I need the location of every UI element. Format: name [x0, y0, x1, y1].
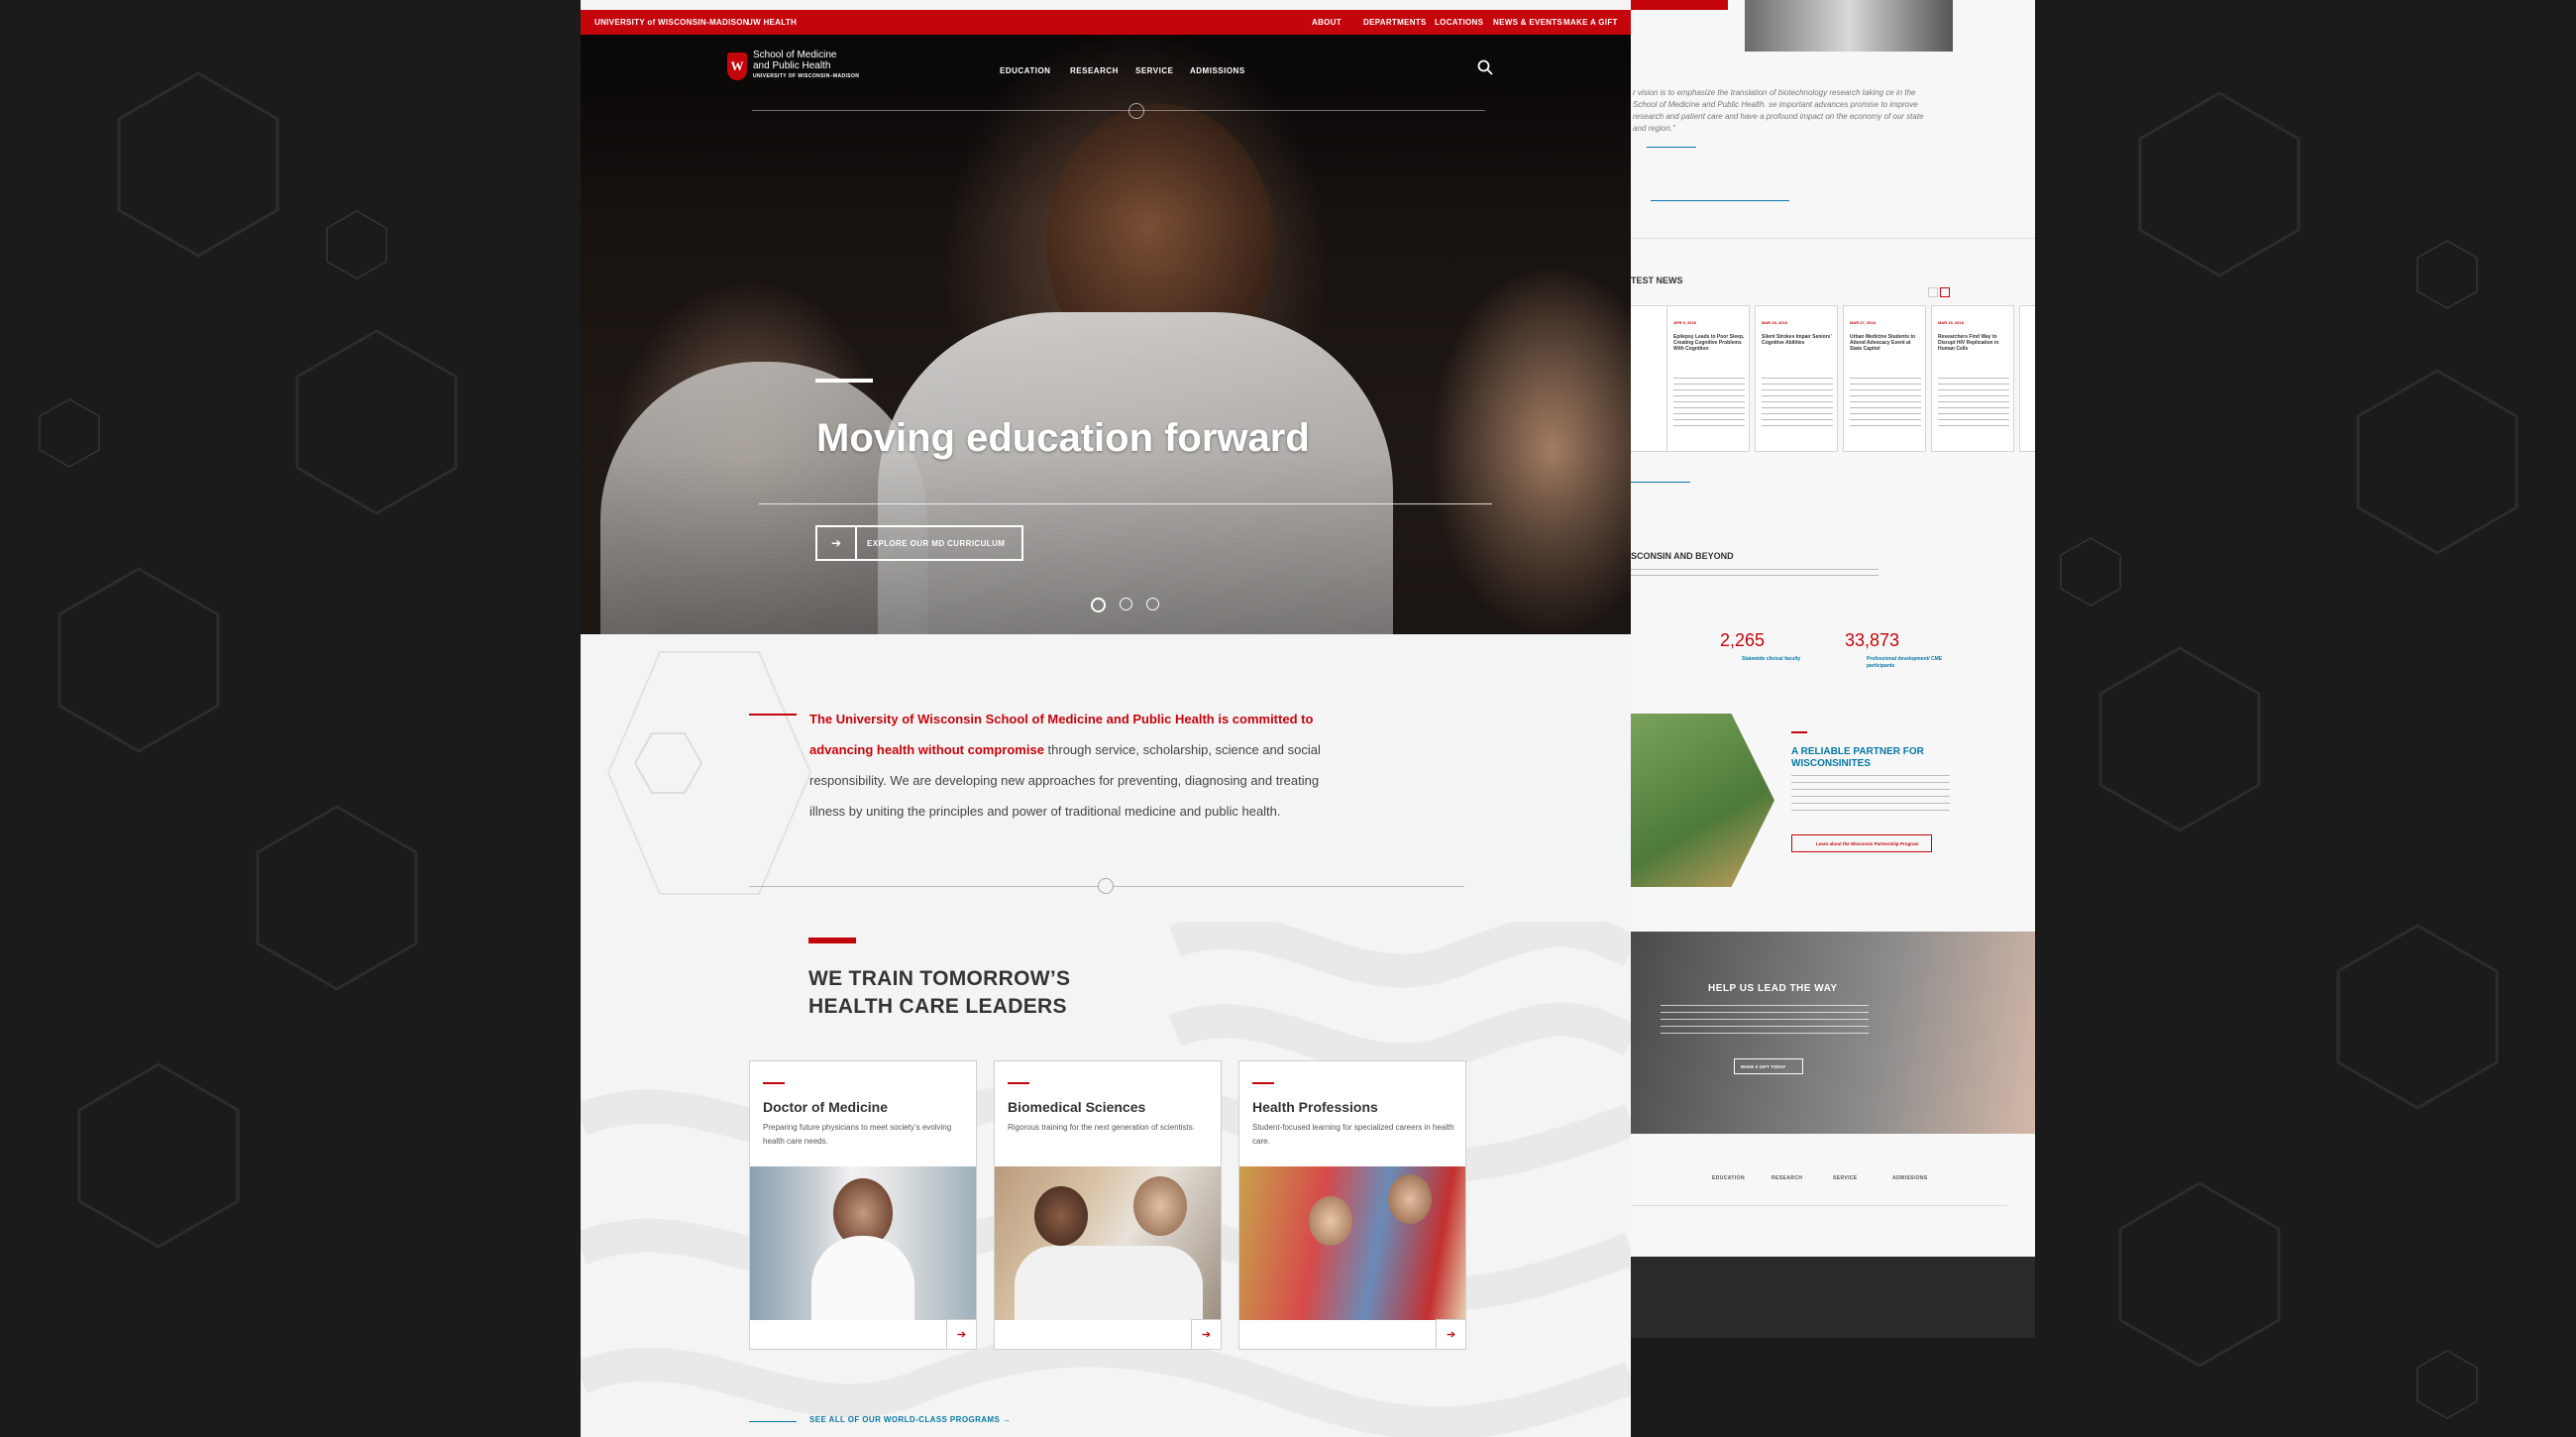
intro-accent-dash [749, 714, 797, 716]
footer-nav-research[interactable]: RESEARCH [1771, 1175, 1802, 1181]
arrow-right-icon[interactable]: ➔ [1191, 1319, 1221, 1349]
utility-link-make-gift[interactable]: MAKE A GIFT [1563, 18, 1618, 27]
program-card-title: Health Professions [1252, 1099, 1378, 1115]
footer-nav-admissions[interactable]: ADMISSIONS [1892, 1175, 1928, 1181]
news-card[interactable] [2019, 305, 2035, 452]
latest-news-heading: TEST NEWS [1631, 276, 1683, 285]
arrow-right-icon: ➔ [817, 527, 857, 559]
stat-value: 2,265 [1720, 630, 1766, 650]
training-section-title: WE TRAIN TOMORROW’S HEALTH CARE LEADERS [808, 967, 1071, 1018]
explore-curriculum-label: EXPLORE OUR MD CURRICULUM [867, 538, 1006, 548]
program-card-desc: Student-focused learning for specialized… [1252, 1123, 1454, 1146]
partnership-program-button[interactable]: Learn about the Wisconsin Partnership Pr… [1791, 834, 1932, 852]
intro-statement: The University of Wisconsin School of Me… [809, 704, 1344, 827]
nav-education[interactable]: EDUCATION [1000, 66, 1050, 75]
nav-admissions[interactable]: ADMISSIONS [1190, 66, 1245, 75]
program-card-photo [1239, 1166, 1465, 1320]
logo-subline: UNIVERSITY OF WISCONSIN–MADISON [753, 73, 860, 79]
divider-hex-icon [1128, 103, 1144, 119]
top-photo [1745, 0, 1953, 52]
program-card-health-professions[interactable]: Health Professions Student-focused learn… [1238, 1060, 1466, 1350]
hero-title: Moving education forward [816, 416, 1310, 460]
stat-label: Statewide clinical faculty [1742, 656, 1801, 662]
utility-bar: UNIVERSITY of WISCONSIN-MADISON UW HEALT… [581, 10, 1631, 35]
help-lead-title: HELP US LEAD THE WAY [1708, 983, 1838, 994]
stat-label: Professional development/ CME participan… [1867, 656, 1943, 669]
slide-indicators [1091, 598, 1159, 612]
arrow-right-icon[interactable]: ➔ [946, 1319, 976, 1349]
hero-banner [581, 35, 1631, 634]
uw-crest-icon: W [727, 52, 747, 80]
nav-research[interactable]: RESEARCH [1070, 66, 1119, 75]
footer-dark [1631, 1257, 2035, 1338]
program-card-desc: Rigorous training for the next generatio… [1008, 1123, 1195, 1132]
utility-link-locations[interactable]: LOCATIONS [1435, 18, 1483, 27]
news-card[interactable]: MAR 28, 2018 Silent Strokes Impair Senio… [1755, 305, 1838, 452]
main-page-mockup: UNIVERSITY of WISCONSIN-MADISON UW HEALT… [581, 0, 1631, 1437]
footer-nav-service[interactable]: SERVICE [1833, 1175, 1858, 1181]
uw-health-link[interactable]: UW HEALTH [747, 18, 797, 27]
footer-nav-education[interactable]: EDUCATION [1712, 1175, 1745, 1181]
program-card-title: Biomedical Sciences [1008, 1099, 1146, 1115]
partner-title: A RELIABLE PARTNER FOR WISCONSINITES [1791, 746, 1924, 769]
decorative-hex-outline [606, 651, 812, 895]
slide-dot-1[interactable] [1091, 598, 1106, 612]
slide-dot-2[interactable] [1120, 598, 1132, 610]
nav-divider [752, 110, 1485, 111]
program-card-photo [750, 1166, 976, 1320]
news-next-button[interactable] [1940, 287, 1950, 297]
program-card-desc: Preparing future physicians to meet soci… [763, 1123, 952, 1146]
news-prev-button[interactable] [1928, 287, 1938, 297]
program-card-md[interactable]: Doctor of Medicine Preparing future phys… [749, 1060, 977, 1350]
utility-link-about[interactable]: ABOUT [1312, 18, 1342, 27]
secondary-page-mockup: r vision is to emphasize the translation… [1631, 0, 2035, 1338]
hero-accent-dash [815, 379, 873, 383]
divider-hex-icon [1098, 878, 1114, 894]
see-all-rule [749, 1421, 797, 1422]
logo-line-1: School of Medicine [753, 50, 837, 60]
partnership-photo [1631, 714, 1774, 887]
quote-text: r vision is to emphasize the translation… [1633, 88, 1924, 133]
program-card-biomedical[interactable]: Biomedical Sciences Rigorous training fo… [994, 1060, 1222, 1350]
make-gift-button[interactable]: MAKE A GIFT TODAY [1734, 1058, 1803, 1074]
training-accent-dash [808, 938, 856, 943]
arrow-right-icon[interactable]: ➔ [1436, 1319, 1465, 1349]
program-card-photo [995, 1166, 1221, 1320]
nav-service[interactable]: SERVICE [1135, 66, 1173, 75]
slide-dot-3[interactable] [1146, 598, 1159, 610]
hero-divider [759, 503, 1492, 504]
news-card[interactable]: MAR 19, 2018 Researchers Find Way to Dis… [1931, 305, 2014, 452]
stat-value: 33,873 [1845, 630, 1900, 650]
see-all-programs-link[interactable]: SEE ALL OF OUR WORLD-CLASS PROGRAMS → [809, 1415, 1011, 1424]
site-logo[interactable]: W School of Medicine and Public Health U… [727, 50, 859, 82]
utility-link-departments[interactable]: DEPARTMENTS [1363, 18, 1427, 27]
uw-madison-link[interactable]: UNIVERSITY of WISCONSIN-MADISON [594, 18, 749, 27]
explore-curriculum-button[interactable]: ➔ EXPLORE OUR MD CURRICULUM [815, 525, 1023, 561]
logo-line-2: and Public Health [753, 60, 831, 71]
utility-link-news-events[interactable]: NEWS & EVENTS [1493, 18, 1562, 27]
search-icon[interactable] [1477, 59, 1493, 75]
wisconsin-heading: SCONSIN AND BEYOND [1631, 551, 1734, 561]
news-card[interactable]: APR 9, 2018 Epilepsy Leads to Poor Sleep… [1666, 305, 1750, 452]
program-card-title: Doctor of Medicine [763, 1099, 889, 1115]
news-card[interactable]: MAR 27, 2018 Urban Medicine Students to … [1843, 305, 1926, 452]
more-link[interactable] [1651, 200, 1789, 201]
